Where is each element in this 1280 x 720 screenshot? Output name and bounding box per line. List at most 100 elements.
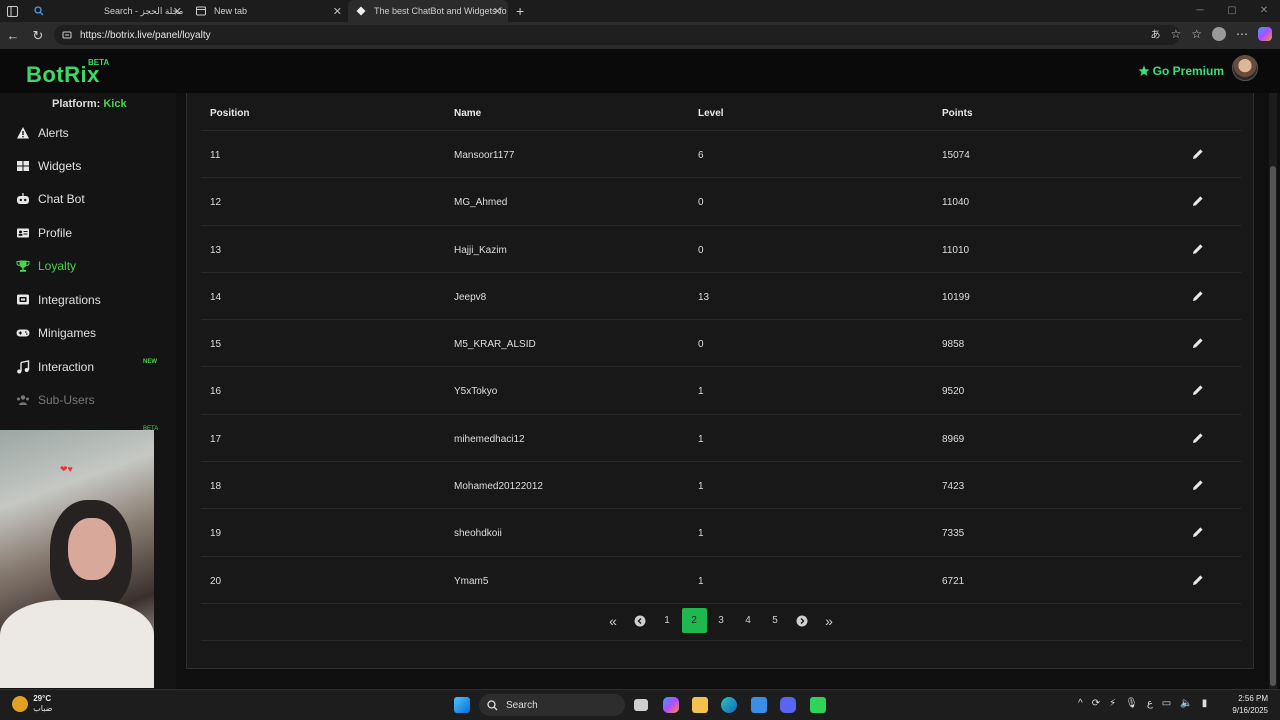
- browser-tabbar: Search - مجلة الحجز ✕ New tab ✕ The best…: [0, 0, 1280, 22]
- sync-icon[interactable]: ⟳: [1092, 698, 1100, 709]
- profile-icon[interactable]: [1212, 26, 1226, 41]
- column-header-level[interactable]: Level: [698, 108, 724, 119]
- copilot-icon[interactable]: [1258, 26, 1272, 41]
- favorite-star-icon[interactable]: ☆: [1170, 27, 1181, 41]
- start-icon[interactable]: [454, 697, 470, 713]
- minimize-icon[interactable]: ─: [1184, 0, 1216, 22]
- edit-pencil-icon[interactable]: [1192, 479, 1204, 491]
- clock[interactable]: 2:56 PM 9/16/2025: [1232, 693, 1268, 717]
- platform-value[interactable]: Kick: [103, 98, 126, 110]
- battery-icon[interactable]: ▮: [1202, 698, 1208, 709]
- points-cell: 11040: [942, 197, 970, 209]
- level-cell: 13: [698, 291, 710, 303]
- weather-widget[interactable]: 29°C ضباب: [12, 694, 52, 714]
- level-cell: 0: [698, 339, 704, 351]
- close-icon[interactable]: ✕: [173, 5, 182, 18]
- microphone-icon[interactable]: 🎙: [1125, 698, 1138, 709]
- column-header-name[interactable]: Name: [454, 108, 481, 119]
- points-cell: 10199: [942, 291, 970, 303]
- page-button-3[interactable]: 3: [709, 608, 734, 633]
- streaming-app-icon[interactable]: [810, 697, 826, 713]
- store-icon[interactable]: [751, 697, 767, 713]
- sidebar-item-loyalty[interactable]: Loyalty: [16, 256, 76, 276]
- position-cell: 20: [210, 575, 222, 587]
- table-row: 11 Mansoor1177 6 15074: [201, 131, 1241, 179]
- sidebar-item-sub-users[interactable]: Sub-Users: [16, 390, 95, 410]
- sidebar-item-profile[interactable]: Profile: [16, 223, 72, 243]
- edit-pencil-icon[interactable]: [1192, 337, 1204, 349]
- new-tab-button[interactable]: +: [516, 3, 524, 19]
- table-row: 12 MG_Ahmed 0 11040: [201, 178, 1241, 226]
- page-scrollbar-thumb[interactable]: [1270, 166, 1276, 686]
- chevron-up-icon[interactable]: ^: [1078, 698, 1083, 709]
- maximize-icon[interactable]: ▢: [1216, 0, 1248, 22]
- file-explorer-icon[interactable]: [692, 697, 708, 713]
- edit-pencil-icon[interactable]: [1192, 148, 1204, 160]
- page-button-4[interactable]: 4: [736, 608, 761, 633]
- position-cell: 19: [210, 528, 222, 540]
- edit-pencil-icon[interactable]: [1192, 384, 1204, 396]
- more-icon[interactable]: ⋯: [1236, 27, 1248, 41]
- table-row: 14 Jeepv8 13 10199: [201, 273, 1241, 321]
- table-row: 16 Y5xTokyo 1 9520: [201, 367, 1241, 415]
- sidebar-item-chat-bot[interactable]: Chat Bot: [16, 189, 85, 209]
- sidebar-item-integrations[interactable]: Integrations: [16, 290, 101, 310]
- address-bar: ← ↻ https://botrix.live/panel/loyalty あ …: [0, 22, 1280, 49]
- page-button-2-current[interactable]: 2: [681, 608, 707, 633]
- column-header-points[interactable]: Points: [942, 108, 973, 119]
- star-icon: [1138, 65, 1150, 76]
- tab-new-tab[interactable]: New tab ✕: [188, 0, 348, 22]
- sidebar-item-minigames[interactable]: Minigames: [16, 323, 96, 343]
- edge-icon[interactable]: [721, 697, 737, 713]
- page-button-1[interactable]: 1: [655, 608, 680, 633]
- page-button-5[interactable]: 5: [763, 608, 788, 633]
- trophy-icon: [16, 260, 30, 272]
- copilot-icon[interactable]: [663, 697, 679, 713]
- points-cell: 8969: [942, 433, 965, 445]
- edit-pencil-icon[interactable]: [1192, 195, 1204, 207]
- discord-icon[interactable]: [780, 697, 796, 713]
- user-avatar[interactable]: [1232, 55, 1258, 81]
- sidebar-item-label: Minigames: [38, 326, 97, 340]
- edit-pencil-icon[interactable]: [1192, 243, 1204, 255]
- position-cell: 11: [210, 150, 221, 161]
- url-field[interactable]: https://botrix.live/panel/loyalty: [54, 25, 1180, 45]
- refresh-icon[interactable]: ↻: [27, 28, 49, 44]
- tab-botrix[interactable]: The best ChatBot and Widgets fo ✕: [348, 0, 508, 22]
- language-indicator[interactable]: ع: [1147, 698, 1153, 709]
- sidebar-item-widgets[interactable]: Widgets: [16, 156, 81, 176]
- sidebar-item-alerts[interactable]: Alerts: [16, 123, 69, 143]
- volume-icon[interactable]: 🔈: [1180, 698, 1192, 709]
- back-icon[interactable]: ←: [2, 28, 24, 43]
- first-page-button[interactable]: «: [601, 608, 626, 633]
- webcam-person-coat: [0, 600, 154, 688]
- column-header-position[interactable]: Position: [210, 108, 249, 119]
- close-icon[interactable]: ✕: [493, 5, 502, 18]
- translate-icon[interactable]: あ: [1150, 26, 1160, 41]
- integrations-icon: [17, 294, 29, 305]
- taskbar-search[interactable]: Search: [479, 694, 625, 716]
- edit-pencil-icon[interactable]: [1192, 290, 1204, 302]
- go-premium-button[interactable]: Go Premium: [1138, 64, 1224, 78]
- site-info-icon[interactable]: [62, 30, 72, 40]
- level-cell: 0: [698, 197, 704, 209]
- tab-search[interactable]: Search - مجلة الحجز ✕: [26, 0, 188, 22]
- network-icon[interactable]: ⚡: [1109, 698, 1116, 709]
- edit-pencil-icon[interactable]: [1192, 526, 1204, 538]
- sidebar-item-label: Chat Bot: [38, 192, 85, 206]
- tab-sidebar-toggle[interactable]: [0, 0, 26, 22]
- task-view-icon[interactable]: [634, 699, 648, 711]
- name-cell: MG_Ahmed: [454, 197, 508, 209]
- level-cell: 1: [698, 433, 704, 445]
- level-cell: 1: [698, 575, 704, 587]
- display-icon[interactable]: ▭: [1162, 698, 1171, 709]
- edit-pencil-icon[interactable]: [1192, 432, 1204, 444]
- favorites-icon[interactable]: ☆: [1191, 27, 1202, 41]
- previous-page-button[interactable]: [628, 608, 653, 633]
- last-page-button[interactable]: »: [817, 608, 842, 633]
- next-page-button[interactable]: [790, 608, 815, 633]
- sidebar-item-interaction[interactable]: Interaction: [16, 357, 94, 377]
- close-window-icon[interactable]: ✕: [1248, 0, 1280, 22]
- edit-pencil-icon[interactable]: [1192, 574, 1204, 586]
- close-icon[interactable]: ✕: [333, 5, 342, 18]
